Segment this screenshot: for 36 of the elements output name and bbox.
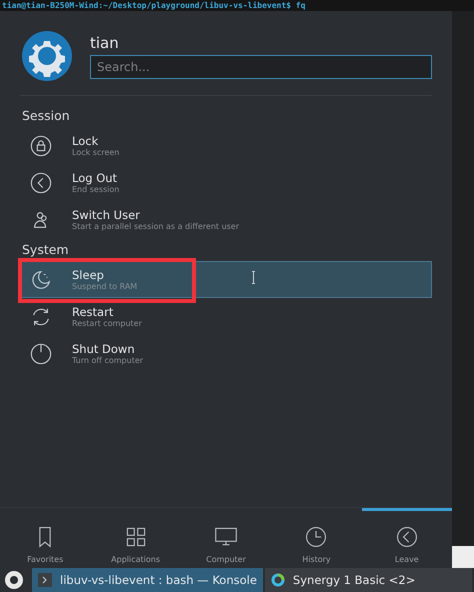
- moon-icon: [30, 268, 52, 290]
- item-description: Start a parallel session as a different user: [72, 222, 240, 231]
- item-label: Switch User: [72, 208, 141, 222]
- ring-icon: [270, 573, 285, 587]
- window-fragment: [452, 546, 474, 568]
- menu-item[interactable]: Switch User Start a parallel session as a different user: [20, 201, 432, 238]
- tab[interactable]: Computer: [180, 508, 272, 568]
- power-icon: [30, 342, 52, 364]
- item-label: Restart: [72, 305, 114, 319]
- menu-item[interactable]: Log Out End session: [20, 164, 432, 201]
- menu-item[interactable]: Lock Lock screen: [20, 127, 432, 164]
- tab[interactable]: Applications: [90, 508, 181, 568]
- item-label: Log Out: [72, 171, 118, 185]
- section-heading: System: [21, 241, 70, 259]
- item-description: Suspend to RAM: [72, 282, 138, 291]
- taskbar-item[interactable]: libuv-vs-libevent : bash — Konsole: [32, 568, 263, 592]
- item-label: Lock: [72, 134, 100, 148]
- lock-icon: [30, 134, 52, 156]
- menu-item[interactable]: Sleep Suspend to RAM: [20, 261, 432, 298]
- user-name: tian: [90, 34, 120, 52]
- taskbar-item[interactable]: Synergy 1 Basic <2>: [264, 568, 472, 592]
- section-heading: Session: [21, 107, 71, 125]
- item-description: Lock screen: [72, 148, 120, 157]
- item-description: End session: [72, 185, 120, 194]
- tab[interactable]: History: [271, 508, 362, 568]
- clock-icon: [304, 525, 328, 549]
- menu-item[interactable]: Restart Restart computer: [20, 298, 432, 335]
- item-description: Restart computer: [72, 319, 142, 328]
- menu-item[interactable]: Shut Down Turn off computer: [20, 335, 432, 372]
- tab[interactable]: Favorites: [0, 508, 90, 568]
- item-label: Shut Down: [72, 342, 136, 356]
- terminal-icon: [38, 573, 52, 587]
- text-cursor-icon: [252, 271, 255, 284]
- item-label: Sleep: [72, 268, 105, 282]
- item-description: Turn off computer: [72, 356, 144, 365]
- search-field[interactable]: Search...: [90, 54, 432, 78]
